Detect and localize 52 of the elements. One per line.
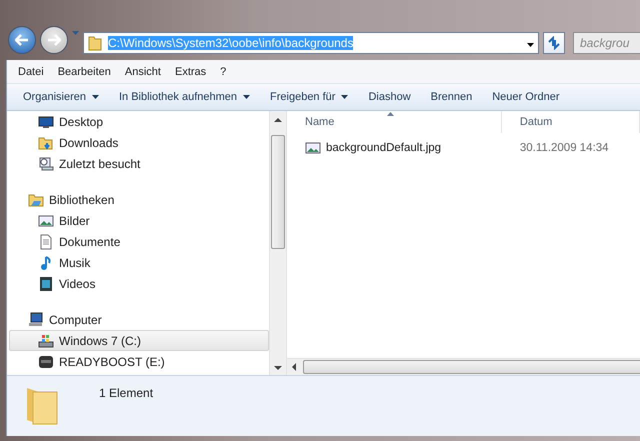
- scroll-up-icon[interactable]: [274, 117, 282, 123]
- search-field[interactable]: backgrou: [573, 32, 640, 54]
- column-header[interactable]: Name: [287, 111, 502, 133]
- library-folder-icon: [28, 192, 44, 208]
- vertical-scrollbar[interactable]: [269, 111, 286, 375]
- refresh-icon: [547, 36, 561, 50]
- back-button[interactable]: [8, 26, 36, 54]
- navigation-item[interactable]: READYBOOST (E:): [9, 351, 269, 372]
- navigation-item[interactable]: Bilder: [9, 210, 269, 231]
- navigation-item[interactable]: Dokumente: [9, 231, 269, 252]
- toolbar-button[interactable]: Organisieren: [15, 88, 107, 106]
- forward-arrow-icon: [47, 34, 61, 46]
- navigation-item[interactable]: Zuletzt besucht: [9, 153, 269, 174]
- menu-item[interactable]: ?: [213, 66, 234, 78]
- navigation-item[interactable]: Musik: [9, 252, 269, 273]
- forward-button[interactable]: [40, 26, 68, 54]
- scroll-left-icon[interactable]: [291, 363, 297, 371]
- desktop-icon: [38, 114, 54, 130]
- menu-item[interactable]: Ansicht: [118, 66, 168, 78]
- toolbar-button[interactable]: Diashow: [360, 88, 419, 106]
- document-icon: [38, 234, 54, 250]
- toolbar-button[interactable]: Brennen: [422, 88, 480, 106]
- downloads-folder-icon: [38, 134, 54, 150]
- menu-item[interactable]: Bearbeiten: [50, 66, 118, 78]
- drive-icon: [38, 354, 54, 370]
- navigation-item[interactable]: Bibliotheken: [9, 189, 269, 210]
- picture-icon: [38, 212, 54, 228]
- navigation-item[interactable]: Videos: [9, 273, 269, 294]
- column-header[interactable]: Datum: [502, 111, 640, 133]
- toolbar-button[interactable]: Neuer Ordner: [484, 88, 568, 106]
- navigation-item[interactable]: Desktop: [9, 111, 269, 132]
- picture-icon: [305, 140, 321, 156]
- scroll-down-icon[interactable]: [274, 365, 282, 371]
- recent-places-icon: [38, 156, 54, 172]
- toolbar-button[interactable]: Freigeben für: [262, 88, 356, 106]
- horizontal-scrollbar[interactable]: [287, 358, 640, 375]
- navigation-item[interactable]: Computer: [9, 309, 269, 330]
- file-date: 30.11.2009 14:34: [518, 142, 610, 154]
- toolbar-button[interactable]: In Bibliothek aufnehmen: [110, 88, 258, 106]
- navigation-item[interactable]: Downloads: [9, 132, 269, 153]
- status-text: 1 Element: [99, 386, 154, 400]
- menu-item[interactable]: Extras: [168, 66, 214, 78]
- folder-icon: [88, 35, 102, 51]
- back-arrow-icon: [15, 34, 29, 46]
- caret-icon: [72, 31, 79, 35]
- drive-icon: [38, 332, 54, 348]
- computer-icon: [28, 312, 44, 328]
- menu-item[interactable]: Datei: [11, 66, 51, 78]
- file-name[interactable]: backgroundDefault.jpg: [287, 140, 502, 156]
- navigation-item[interactable]: Windows 7 (C:): [9, 330, 269, 351]
- caret-icon: [527, 43, 534, 47]
- refresh-button[interactable]: [543, 32, 565, 54]
